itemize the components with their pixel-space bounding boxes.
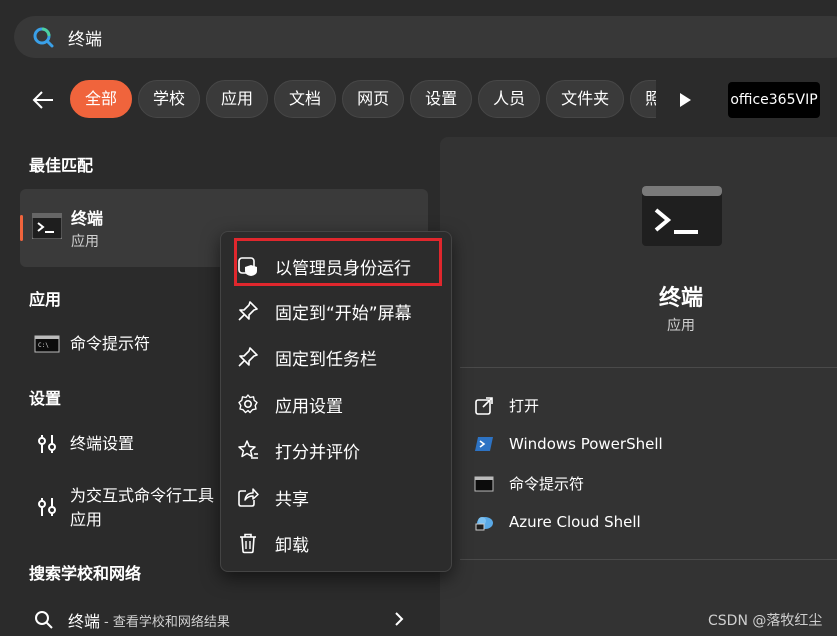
azure-cloud-icon: [475, 517, 493, 531]
powershell-icon: [475, 437, 493, 451]
details-kind: 应用: [667, 318, 695, 334]
terminal-icon: [642, 186, 722, 246]
chip-documents[interactable]: 文档: [274, 80, 337, 118]
trash-icon: [240, 533, 256, 554]
star-review-icon: [238, 440, 258, 459]
admin-shield-icon: [238, 257, 257, 276]
list-item-command-prompt[interactable]: C:\ 命令提示符: [20, 332, 220, 356]
web-heading: 搜索学校和网络: [29, 564, 142, 583]
menu-item-label: 以管理员身份运行: [275, 258, 411, 279]
menu-item-label: 卸载: [275, 535, 309, 556]
menu-item-label: 打分并评价: [275, 442, 360, 463]
menu-item-run-as-admin[interactable]: 以管理员身份运行: [237, 250, 411, 282]
menu-item-rate-review[interactable]: 打分并评价: [237, 434, 360, 466]
web-search-label: 终端: [68, 612, 101, 631]
share-icon: [238, 488, 259, 507]
menu-item-label: 共享: [275, 489, 309, 510]
more-filters-icon[interactable]: [678, 92, 692, 108]
action-powershell[interactable]: Windows PowerShell: [474, 434, 663, 454]
details-pane: 终端 应用 打开 Windows PowerShell 命令提示符 Azure …: [440, 137, 837, 636]
search-input[interactable]: 终端: [68, 25, 102, 50]
settings-heading: 设置: [29, 389, 62, 408]
list-item-terminal-settings[interactable]: 终端设置: [20, 432, 220, 456]
menu-item-label: 固定到任务栏: [275, 349, 377, 370]
open-external-icon: [475, 396, 493, 415]
divider: [460, 559, 837, 560]
pin-icon: [238, 347, 258, 367]
menu-item-pin-start[interactable]: 固定到“开始”屏幕: [237, 295, 412, 327]
command-prompt-icon: [474, 476, 494, 491]
menu-item-app-settings[interactable]: 应用设置: [237, 388, 343, 420]
filter-chips: 全部 学校 应用 文档 网页 设置 人员 文件夹 照: [70, 80, 656, 120]
best-match-kind: 应用: [71, 234, 99, 250]
search-icon: [35, 611, 53, 629]
watermark: CSDN @落牧红尘: [708, 613, 823, 629]
chip-all[interactable]: 全部: [70, 80, 133, 118]
menu-item-label: 应用设置: [275, 396, 343, 417]
back-arrow-icon[interactable]: [30, 88, 56, 112]
action-open[interactable]: 打开: [474, 395, 539, 416]
chip-photos[interactable]: 照: [630, 80, 656, 118]
search-icon: [33, 27, 54, 48]
action-label: Azure Cloud Shell: [509, 513, 641, 531]
filter-row: 全部 学校 应用 文档 网页 设置 人员 文件夹 照 office365VIP: [0, 80, 837, 120]
list-item-label: 终端设置: [70, 434, 135, 453]
list-item-interactive-cli[interactable]: 为交互式命令行工具 应用: [20, 484, 220, 532]
chevron-right-icon[interactable]: [394, 612, 404, 626]
action-label: 命令提示符: [509, 475, 585, 493]
menu-item-pin-taskbar[interactable]: 固定到任务栏: [237, 341, 377, 373]
list-item-label: 为交互式命令行工具: [70, 486, 215, 505]
best-match-heading: 最佳匹配: [29, 156, 94, 175]
best-match-name: 终端: [71, 209, 104, 228]
chip-web[interactable]: 网页: [342, 80, 405, 118]
terminal-icon: [32, 213, 62, 239]
promo-badge: office365VIP: [728, 82, 820, 118]
search-bar[interactable]: 终端: [14, 16, 837, 58]
chip-school[interactable]: 学校: [138, 80, 201, 118]
list-item-label-group: 为交互式命令行工具 应用: [70, 484, 214, 532]
menu-item-uninstall[interactable]: 卸载: [237, 527, 309, 559]
divider: [460, 367, 837, 368]
apps-heading: 应用: [29, 290, 62, 309]
settings-sliders-icon: [38, 435, 56, 453]
action-command-prompt[interactable]: 命令提示符: [474, 473, 584, 494]
svg-text:C:\: C:\: [38, 342, 49, 349]
selection-accent: [20, 215, 23, 241]
action-azure-cloud-shell[interactable]: Azure Cloud Shell: [474, 512, 641, 532]
settings-sliders-icon: [38, 498, 56, 516]
web-search-sub: - 查看学校和网络结果: [104, 614, 230, 630]
action-label: 打开: [509, 397, 540, 415]
menu-item-label: 固定到“开始”屏幕: [275, 303, 412, 324]
chip-apps[interactable]: 应用: [206, 80, 269, 118]
context-menu: 以管理员身份运行 固定到“开始”屏幕 固定到任务栏 应用设置 打分并评价 共享 …: [220, 231, 452, 572]
gear-icon: [238, 394, 258, 414]
list-item-label-line2: 应用: [70, 510, 103, 529]
details-title: 终端: [658, 286, 703, 311]
chip-folders[interactable]: 文件夹: [546, 80, 625, 118]
list-item-label: 命令提示符: [70, 334, 151, 353]
web-search-row[interactable]: 终端 - 查看学校和网络结果: [34, 606, 414, 634]
action-label: Windows PowerShell: [509, 435, 663, 453]
menu-item-share[interactable]: 共享: [237, 481, 309, 513]
chip-people[interactable]: 人员: [478, 80, 541, 118]
pin-icon: [238, 301, 258, 321]
command-prompt-icon: C:\: [34, 335, 60, 353]
chip-settings[interactable]: 设置: [410, 80, 473, 118]
